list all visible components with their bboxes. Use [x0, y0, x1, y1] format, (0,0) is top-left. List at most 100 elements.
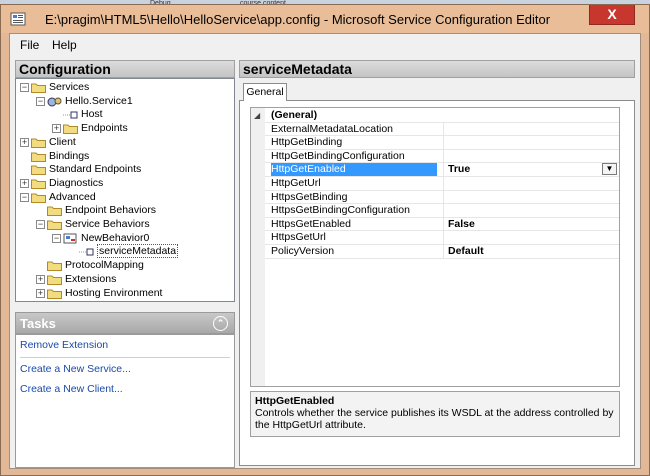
folder-icon — [31, 83, 46, 93]
create-new-service-link[interactable]: Create a New Service... — [20, 363, 131, 375]
property-value[interactable] — [443, 177, 619, 190]
property-row[interactable]: HttpsGetBindingConfiguration — [265, 204, 619, 218]
collapse-icon[interactable]: ⌃ — [213, 316, 228, 331]
property-row[interactable]: HttpsGetUrl — [265, 231, 619, 245]
tasks-title: Tasks — [20, 316, 56, 331]
property-value[interactable] — [443, 190, 619, 204]
tree-item[interactable]: Host — [52, 108, 103, 121]
tree-item-label: Extensions — [65, 272, 117, 285]
tree-item[interactable]: Bindings — [20, 150, 89, 163]
tree-item-label: Endpoint Behaviors — [65, 204, 157, 217]
configuration-header: Configuration — [15, 60, 235, 78]
tree-item[interactable]: + Endpoints — [52, 122, 128, 135]
tree-item[interactable]: ProtocolMapping — [36, 259, 144, 272]
service-icon — [47, 97, 62, 107]
property-row[interactable]: HttpGetEnabled True ▼ — [265, 163, 619, 177]
tree-item[interactable]: serviceMetadata — [68, 244, 179, 259]
expand-toggle-icon[interactable]: + — [20, 178, 29, 188]
folder-icon — [47, 261, 62, 272]
folder-icon — [31, 165, 46, 176]
tree-item[interactable]: + Extensions — [36, 273, 116, 286]
property-grid[interactable]: ◢ (General) ExternalMetadataLocation HttpGe… — [250, 107, 620, 387]
tree-item[interactable]: Standard Endpoints — [20, 163, 141, 176]
folder-icon — [31, 152, 46, 162]
tree-item-label: Hello.Service1 — [65, 94, 133, 107]
property-value[interactable] — [443, 204, 619, 217]
property-name: HttpsGetBinding — [271, 190, 348, 203]
configuration-tree[interactable]: − Services − Hello.Service1 Host + Endpoints + C… — [15, 78, 235, 302]
tree-item[interactable]: Endpoint Behaviors — [36, 204, 156, 217]
folder-icon — [31, 193, 46, 203]
folder-icon — [47, 289, 62, 299]
app-icon — [10, 12, 26, 26]
collapse-toggle-icon[interactable]: − — [20, 192, 29, 202]
behavior-icon — [63, 233, 77, 244]
tasks-header: Tasks ⌃ — [15, 312, 235, 334]
title-bar[interactable]: E:\pragim\HTML5\Hello\HelloService\app.c… — [1, 5, 649, 33]
property-name: HttpsGetBindingConfiguration — [271, 204, 410, 217]
category-label: (General) — [271, 109, 318, 121]
tree-item-label: Diagnostics — [49, 176, 104, 189]
property-value[interactable]: True — [443, 163, 619, 176]
property-row[interactable]: HttpsGetBinding — [265, 190, 619, 205]
tree-item[interactable]: + Hosting Environment — [36, 287, 162, 300]
menu-bar: File Help — [10, 34, 640, 56]
tree-item[interactable]: + Diagnostics — [20, 177, 103, 190]
folder-icon — [47, 220, 62, 230]
property-name: HttpsGetUrl — [271, 231, 326, 244]
property-value[interactable] — [443, 136, 619, 149]
chevron-down-icon[interactable]: ▼ — [602, 163, 617, 176]
create-new-client-link[interactable]: Create a New Client... — [20, 383, 123, 395]
folder-icon — [31, 138, 46, 148]
tab-general[interactable]: General — [243, 83, 287, 101]
expand-toggle-icon[interactable]: + — [36, 288, 45, 298]
property-value[interactable]: Default — [443, 245, 619, 258]
expand-toggle-icon[interactable]: + — [20, 137, 29, 147]
tree-item[interactable]: − Service Behaviors — [36, 218, 150, 231]
menu-help[interactable]: Help — [52, 38, 77, 52]
expand-toggle-icon[interactable]: + — [52, 124, 61, 134]
property-row[interactable]: ExternalMetadataLocation — [265, 122, 619, 137]
tree-item-label: Services — [49, 81, 90, 93]
tree-item[interactable]: − NewBehavior0 — [52, 232, 149, 245]
collapse-toggle-icon[interactable]: − — [20, 83, 29, 92]
property-row[interactable]: HttpGetBindingConfiguration — [265, 149, 619, 164]
tree-item[interactable]: − Hello.Service1 — [36, 95, 133, 108]
category-collapse-icon[interactable]: ◢ — [254, 109, 260, 122]
collapse-toggle-icon[interactable]: − — [36, 220, 45, 229]
menu-help-label: Help — [52, 38, 77, 52]
menu-file-label: File — [20, 38, 40, 52]
menu-file[interactable]: File — [20, 38, 39, 52]
property-value[interactable] — [443, 122, 619, 136]
property-value[interactable]: False — [443, 217, 619, 231]
client-area: File Help Configuration − Services − Hello.… — [9, 33, 641, 469]
tree-item-label: serviceMetadata — [97, 244, 179, 259]
property-value[interactable] — [443, 231, 619, 244]
folder-icon — [47, 206, 62, 217]
tree-item[interactable]: − Advanced — [20, 191, 96, 204]
remove-extension-link[interactable]: Remove Extension — [20, 339, 108, 351]
item-node-icon — [79, 248, 94, 256]
property-row[interactable]: PolicyVersion Default — [265, 245, 619, 259]
tree-item[interactable]: − Services — [20, 81, 89, 94]
grid-category-row[interactable]: ◢ (General) — [254, 109, 619, 123]
collapse-toggle-icon[interactable]: − — [52, 233, 61, 243]
property-row[interactable]: HttpGetBinding — [265, 136, 619, 150]
right-pane: serviceMetadata General ◢ (General) Extern… — [239, 60, 635, 468]
property-row[interactable]: HttpsGetEnabled False — [265, 217, 619, 232]
folder-icon — [31, 179, 46, 189]
property-value[interactable] — [443, 149, 619, 163]
folder-icon — [47, 275, 62, 285]
folder-icon — [63, 124, 78, 135]
main-window: E:\pragim\HTML5\Hello\HelloService\app.c… — [0, 4, 650, 476]
item-node-icon — [63, 111, 78, 119]
property-name: HttpGetBinding — [271, 136, 343, 149]
close-button[interactable]: X — [589, 5, 635, 25]
collapse-toggle-icon[interactable]: − — [36, 96, 45, 106]
left-pane: Configuration − Services − Hello.Service1 Ho… — [15, 60, 235, 468]
tree-item[interactable]: + Client — [20, 136, 76, 149]
grid-gutter — [251, 108, 265, 386]
task-separator — [20, 357, 230, 358]
expand-toggle-icon[interactable]: + — [36, 274, 45, 284]
property-row[interactable]: HttpGetUrl — [265, 177, 619, 191]
